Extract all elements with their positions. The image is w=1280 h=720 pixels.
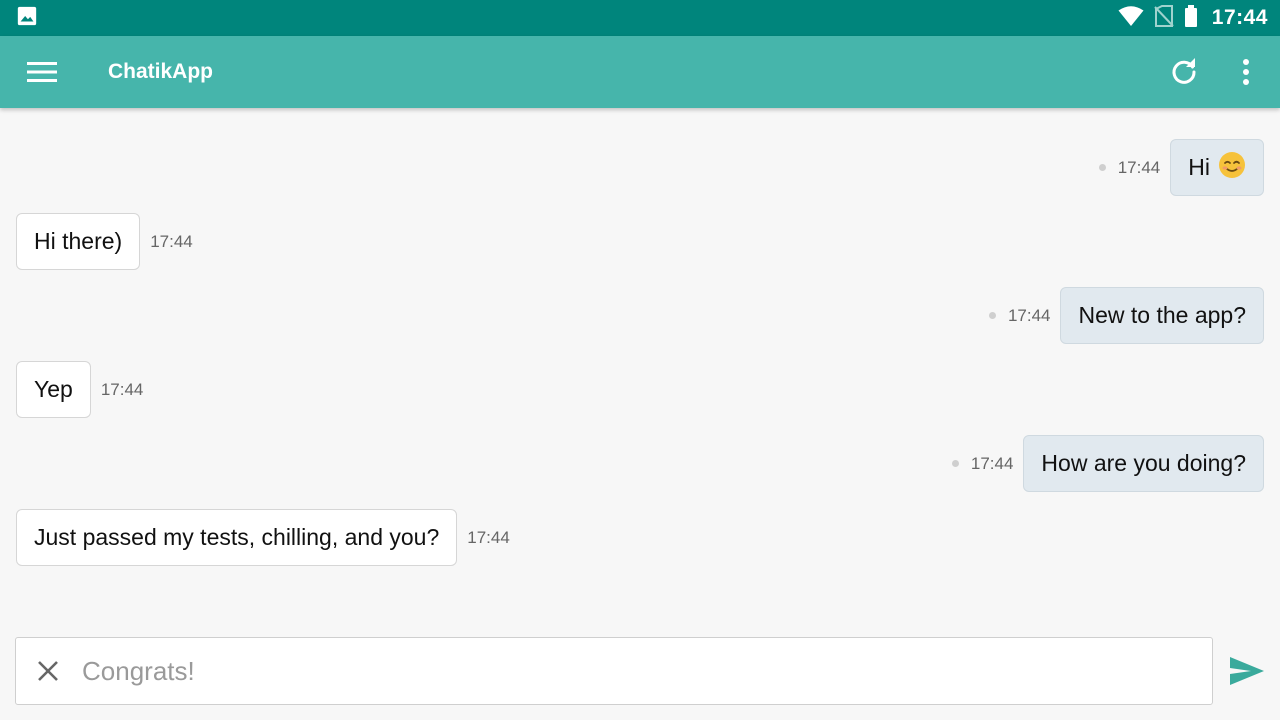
no-sim-icon (1154, 4, 1174, 32)
message-bubble[interactable]: Hi (1170, 139, 1264, 196)
message-incoming: Just passed my tests, chilling, and you?… (16, 509, 510, 566)
close-icon[interactable] (16, 639, 80, 703)
message-time: 17:44 (1007, 305, 1051, 325)
image-icon (16, 5, 38, 32)
message-text: How are you doing? (1041, 450, 1246, 476)
app-bar: ChatikApp (0, 36, 1280, 108)
menu-icon[interactable] (26, 58, 58, 86)
message-time: 17:44 (150, 231, 193, 251)
message-time: 17:44 (100, 379, 144, 399)
message-text: Hi there) (34, 228, 123, 254)
read-status-dot-icon (1098, 164, 1106, 171)
message-outgoing: 17:44 How are you doing? (951, 435, 1264, 492)
message-time: 17:44 (467, 527, 510, 547)
message-bubble[interactable]: Hi there) (16, 213, 141, 270)
status-time: 17:44 (1211, 6, 1268, 29)
message-text: New to the app? (1078, 302, 1246, 328)
battery-icon (1184, 4, 1198, 32)
message-time: 17:44 (970, 453, 1014, 473)
refresh-icon[interactable] (1166, 54, 1202, 90)
message-text: Just passed my tests, chilling, and you? (34, 524, 440, 550)
more-vert-icon[interactable] (1234, 54, 1258, 90)
message-incoming: Hi there) 17:44 (16, 213, 193, 270)
message-composer (15, 637, 1213, 705)
message-bubble[interactable]: Just passed my tests, chilling, and you? (16, 509, 458, 566)
message-incoming: Yep 17:44 (16, 361, 143, 418)
message-text: Yep (34, 376, 73, 402)
message-time: 17:44 (1117, 157, 1161, 177)
message-bubble[interactable]: How are you doing? (1023, 435, 1264, 492)
message-outgoing: 17:44 Hi (1098, 139, 1264, 196)
read-status-dot-icon (988, 312, 996, 319)
message-input[interactable] (80, 641, 1212, 701)
read-status-dot-icon (951, 460, 959, 467)
message-bubble[interactable]: Yep (16, 361, 91, 418)
chat-list[interactable]: 17:44 Hi Hi there) 17:44 17:44 New to th… (0, 108, 1280, 628)
send-icon[interactable] (1228, 654, 1266, 688)
message-outgoing: 17:44 New to the app? (988, 287, 1264, 344)
status-bar: 17:44 (0, 0, 1280, 36)
wifi-icon (1118, 5, 1144, 32)
message-bubble[interactable]: New to the app? (1060, 287, 1264, 344)
app-title: ChatikApp (108, 60, 213, 83)
message-text: Hi (1188, 154, 1210, 180)
smiling-face-icon (1218, 151, 1246, 185)
